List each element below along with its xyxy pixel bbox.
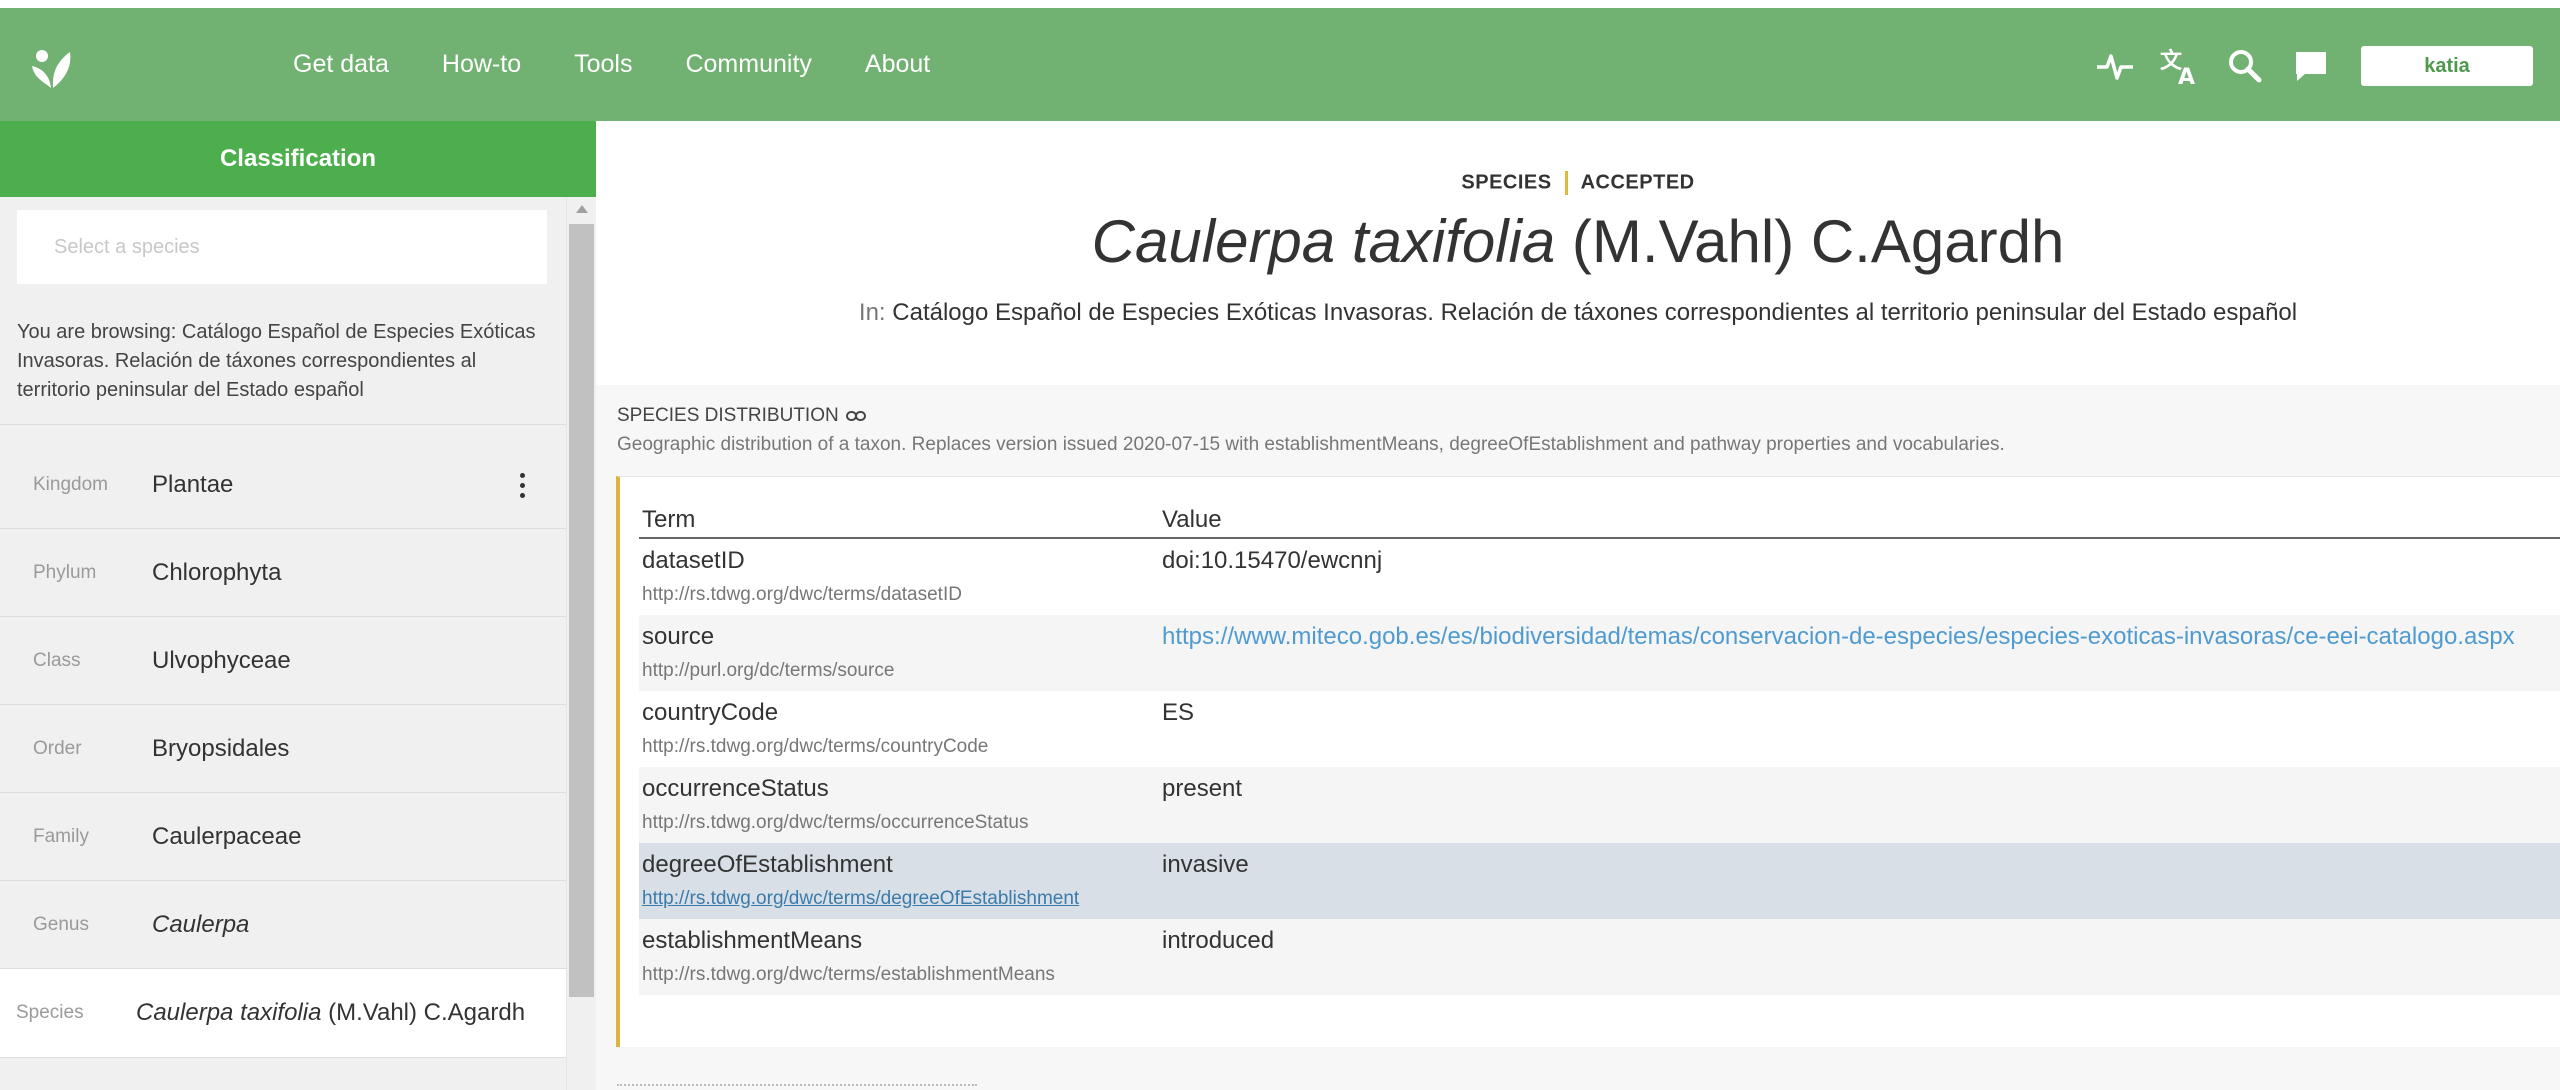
- next-section-hint: [617, 1084, 977, 1090]
- table-header: Term Value: [639, 496, 2560, 539]
- rank-value[interactable]: Caulerpa taxifolia (M.Vahl) C.Agardh: [136, 999, 525, 1027]
- divider: [0, 1057, 566, 1058]
- table-row: countryCode http://rs.tdwg.org/dwc/terms…: [639, 691, 2560, 767]
- nav-tools[interactable]: Tools: [574, 50, 632, 79]
- dataset-line: In: Catálogo Español de Especies Exótica…: [596, 299, 2560, 327]
- nav-community[interactable]: Community: [685, 50, 811, 79]
- title-authorship: (M.Vahl) C.Agardh: [1555, 208, 2065, 275]
- rank-row-family[interactable]: Family Caulerpaceae: [0, 793, 566, 881]
- nav-get-data[interactable]: Get data: [293, 50, 389, 79]
- term-name: datasetID: [642, 547, 745, 574]
- more-options-icon[interactable]: [510, 465, 534, 505]
- scroll-thumb[interactable]: [569, 224, 594, 997]
- term-uri[interactable]: http://rs.tdwg.org/dwc/terms/countryCode: [642, 736, 988, 758]
- nav-how-to[interactable]: How-to: [442, 50, 521, 79]
- source-link[interactable]: https://www.miteco.gob.es/es/biodiversid…: [1162, 623, 2515, 651]
- term-value: doi:10.15470/ewcnnj: [1162, 547, 1383, 574]
- taxon-header: SPECIES ACCEPTED Caulerpa taxifolia (M.Va…: [596, 121, 2560, 385]
- browsing-text: You are browsing: Catálogo Español de Es…: [17, 321, 536, 401]
- table-row: datasetID http://rs.tdwg.org/dwc/terms/d…: [639, 539, 2560, 615]
- rank-label: Species: [16, 1002, 84, 1023]
- species-name: Caulerpa taxifolia: [136, 999, 322, 1026]
- sidebar-scrollbar[interactable]: [566, 197, 596, 1090]
- title-scientific-name: Caulerpa taxifolia: [1091, 208, 1556, 275]
- sidebar-header: Classification: [0, 121, 596, 197]
- rank-row-species[interactable]: Species Caulerpa taxifolia (M.Vahl) C.Ag…: [0, 969, 566, 1057]
- svg-text:A: A: [2178, 65, 2195, 86]
- rank-value[interactable]: Chlorophyta: [152, 559, 281, 587]
- rank-row-order[interactable]: Order Bryopsidales: [0, 705, 566, 793]
- table-row: source http://purl.org/dc/terms/source h…: [639, 615, 2560, 691]
- activity-icon[interactable]: [2095, 46, 2135, 86]
- rank-label: SPECIES: [1461, 171, 1552, 194]
- table-row: degreeOfEstablishment http://rs.tdwg.org…: [639, 843, 2560, 919]
- table-row: establishmentMeans http://rs.tdwg.org/dw…: [639, 919, 2560, 995]
- rank-label: Kingdom: [33, 474, 108, 495]
- term-uri[interactable]: http://rs.tdwg.org/dwc/terms/datasetID: [642, 584, 962, 606]
- term-name: occurrenceStatus: [642, 775, 829, 802]
- rank-label: Family: [33, 826, 89, 847]
- rank-label: Class: [33, 650, 81, 671]
- rank-status-line: SPECIES ACCEPTED: [596, 171, 2560, 195]
- search-icon[interactable]: [2225, 46, 2265, 86]
- rank-value[interactable]: Caulerpa: [152, 911, 249, 939]
- term-name: establishmentMeans: [642, 927, 863, 954]
- rank-row-genus[interactable]: Genus Caulerpa: [0, 881, 566, 969]
- user-account-button[interactable]: katia: [2361, 46, 2533, 86]
- term-name: degreeOfEstablishment: [642, 851, 893, 878]
- sidebar-body: Select a species You are browsing: Catál…: [0, 197, 566, 1090]
- page-title: Caulerpa taxifolia (M.Vahl) C.Agardh: [596, 207, 2560, 276]
- term-value: introduced: [1162, 927, 1275, 954]
- rank-value[interactable]: Plantae: [152, 471, 233, 499]
- column-header-term: Term: [642, 506, 696, 533]
- term-name: source: [642, 623, 715, 650]
- rank-value[interactable]: Ulvophyceae: [152, 647, 291, 675]
- term-uri[interactable]: http://purl.org/dc/terms/source: [642, 660, 894, 682]
- translate-icon[interactable]: 文 A: [2159, 46, 2199, 86]
- rank-value[interactable]: Caulerpaceae: [152, 823, 301, 851]
- feedback-icon[interactable]: [2291, 46, 2331, 86]
- rank-row-kingdom[interactable]: Kingdom Plantae: [0, 441, 566, 529]
- dataset-name[interactable]: Catálogo Español de Especies Exóticas In…: [886, 299, 2297, 326]
- table-row: occurrenceStatus http://rs.tdwg.org/dwc/…: [639, 767, 2560, 843]
- gbif-logo-icon[interactable]: [28, 44, 78, 94]
- main-content: SPECIES ACCEPTED Caulerpa taxifolia (M.Va…: [596, 121, 2560, 1090]
- nav-about[interactable]: About: [865, 50, 930, 79]
- section-title-text: SPECIES DISTRIBUTION: [617, 405, 839, 426]
- rank-separator: [1564, 171, 1568, 195]
- rank-label: Genus: [33, 914, 89, 935]
- rank-label: Order: [33, 738, 82, 759]
- section-title: SPECIES DISTRIBUTION: [617, 405, 866, 427]
- column-header-value: Value: [1162, 506, 1222, 533]
- term-value: ES: [1162, 699, 1195, 726]
- in-label: In:: [858, 299, 886, 326]
- term-value: present: [1162, 775, 1243, 802]
- divider: [0, 424, 566, 425]
- top-navbar: Get data How-to Tools Community About 文 …: [0, 0, 2560, 121]
- extension-table-card: Term Value datasetID http://rs.tdwg.org/…: [616, 476, 2560, 1047]
- scroll-up-arrow-icon[interactable]: [576, 205, 588, 213]
- status-label: ACCEPTED: [1580, 171, 1695, 194]
- main-nav: Get data How-to Tools Community About: [293, 8, 983, 121]
- term-value: invasive: [1162, 851, 1249, 878]
- term-name: countryCode: [642, 699, 779, 726]
- species-author: (M.Vahl) C.Agardh: [321, 999, 526, 1026]
- rank-value[interactable]: Bryopsidales: [152, 735, 289, 763]
- rank-row-class[interactable]: Class Ulvophyceae: [0, 617, 566, 705]
- section-description: Geographic distribution of a taxon. Repl…: [617, 434, 2005, 455]
- term-uri[interactable]: http://rs.tdwg.org/dwc/terms/occurrenceS…: [642, 812, 1029, 834]
- rank-label: Phylum: [33, 562, 97, 583]
- species-select-input[interactable]: Select a species: [17, 210, 547, 284]
- term-uri[interactable]: http://rs.tdwg.org/dwc/terms/establishme…: [642, 964, 1055, 986]
- term-uri-link[interactable]: http://rs.tdwg.org/dwc/terms/degreeOfEst…: [642, 888, 1079, 910]
- link-icon[interactable]: [845, 410, 866, 422]
- rank-row-phylum[interactable]: Phylum Chlorophyta: [0, 529, 566, 617]
- classification-sidebar: Classification Select a species You are …: [0, 121, 596, 1090]
